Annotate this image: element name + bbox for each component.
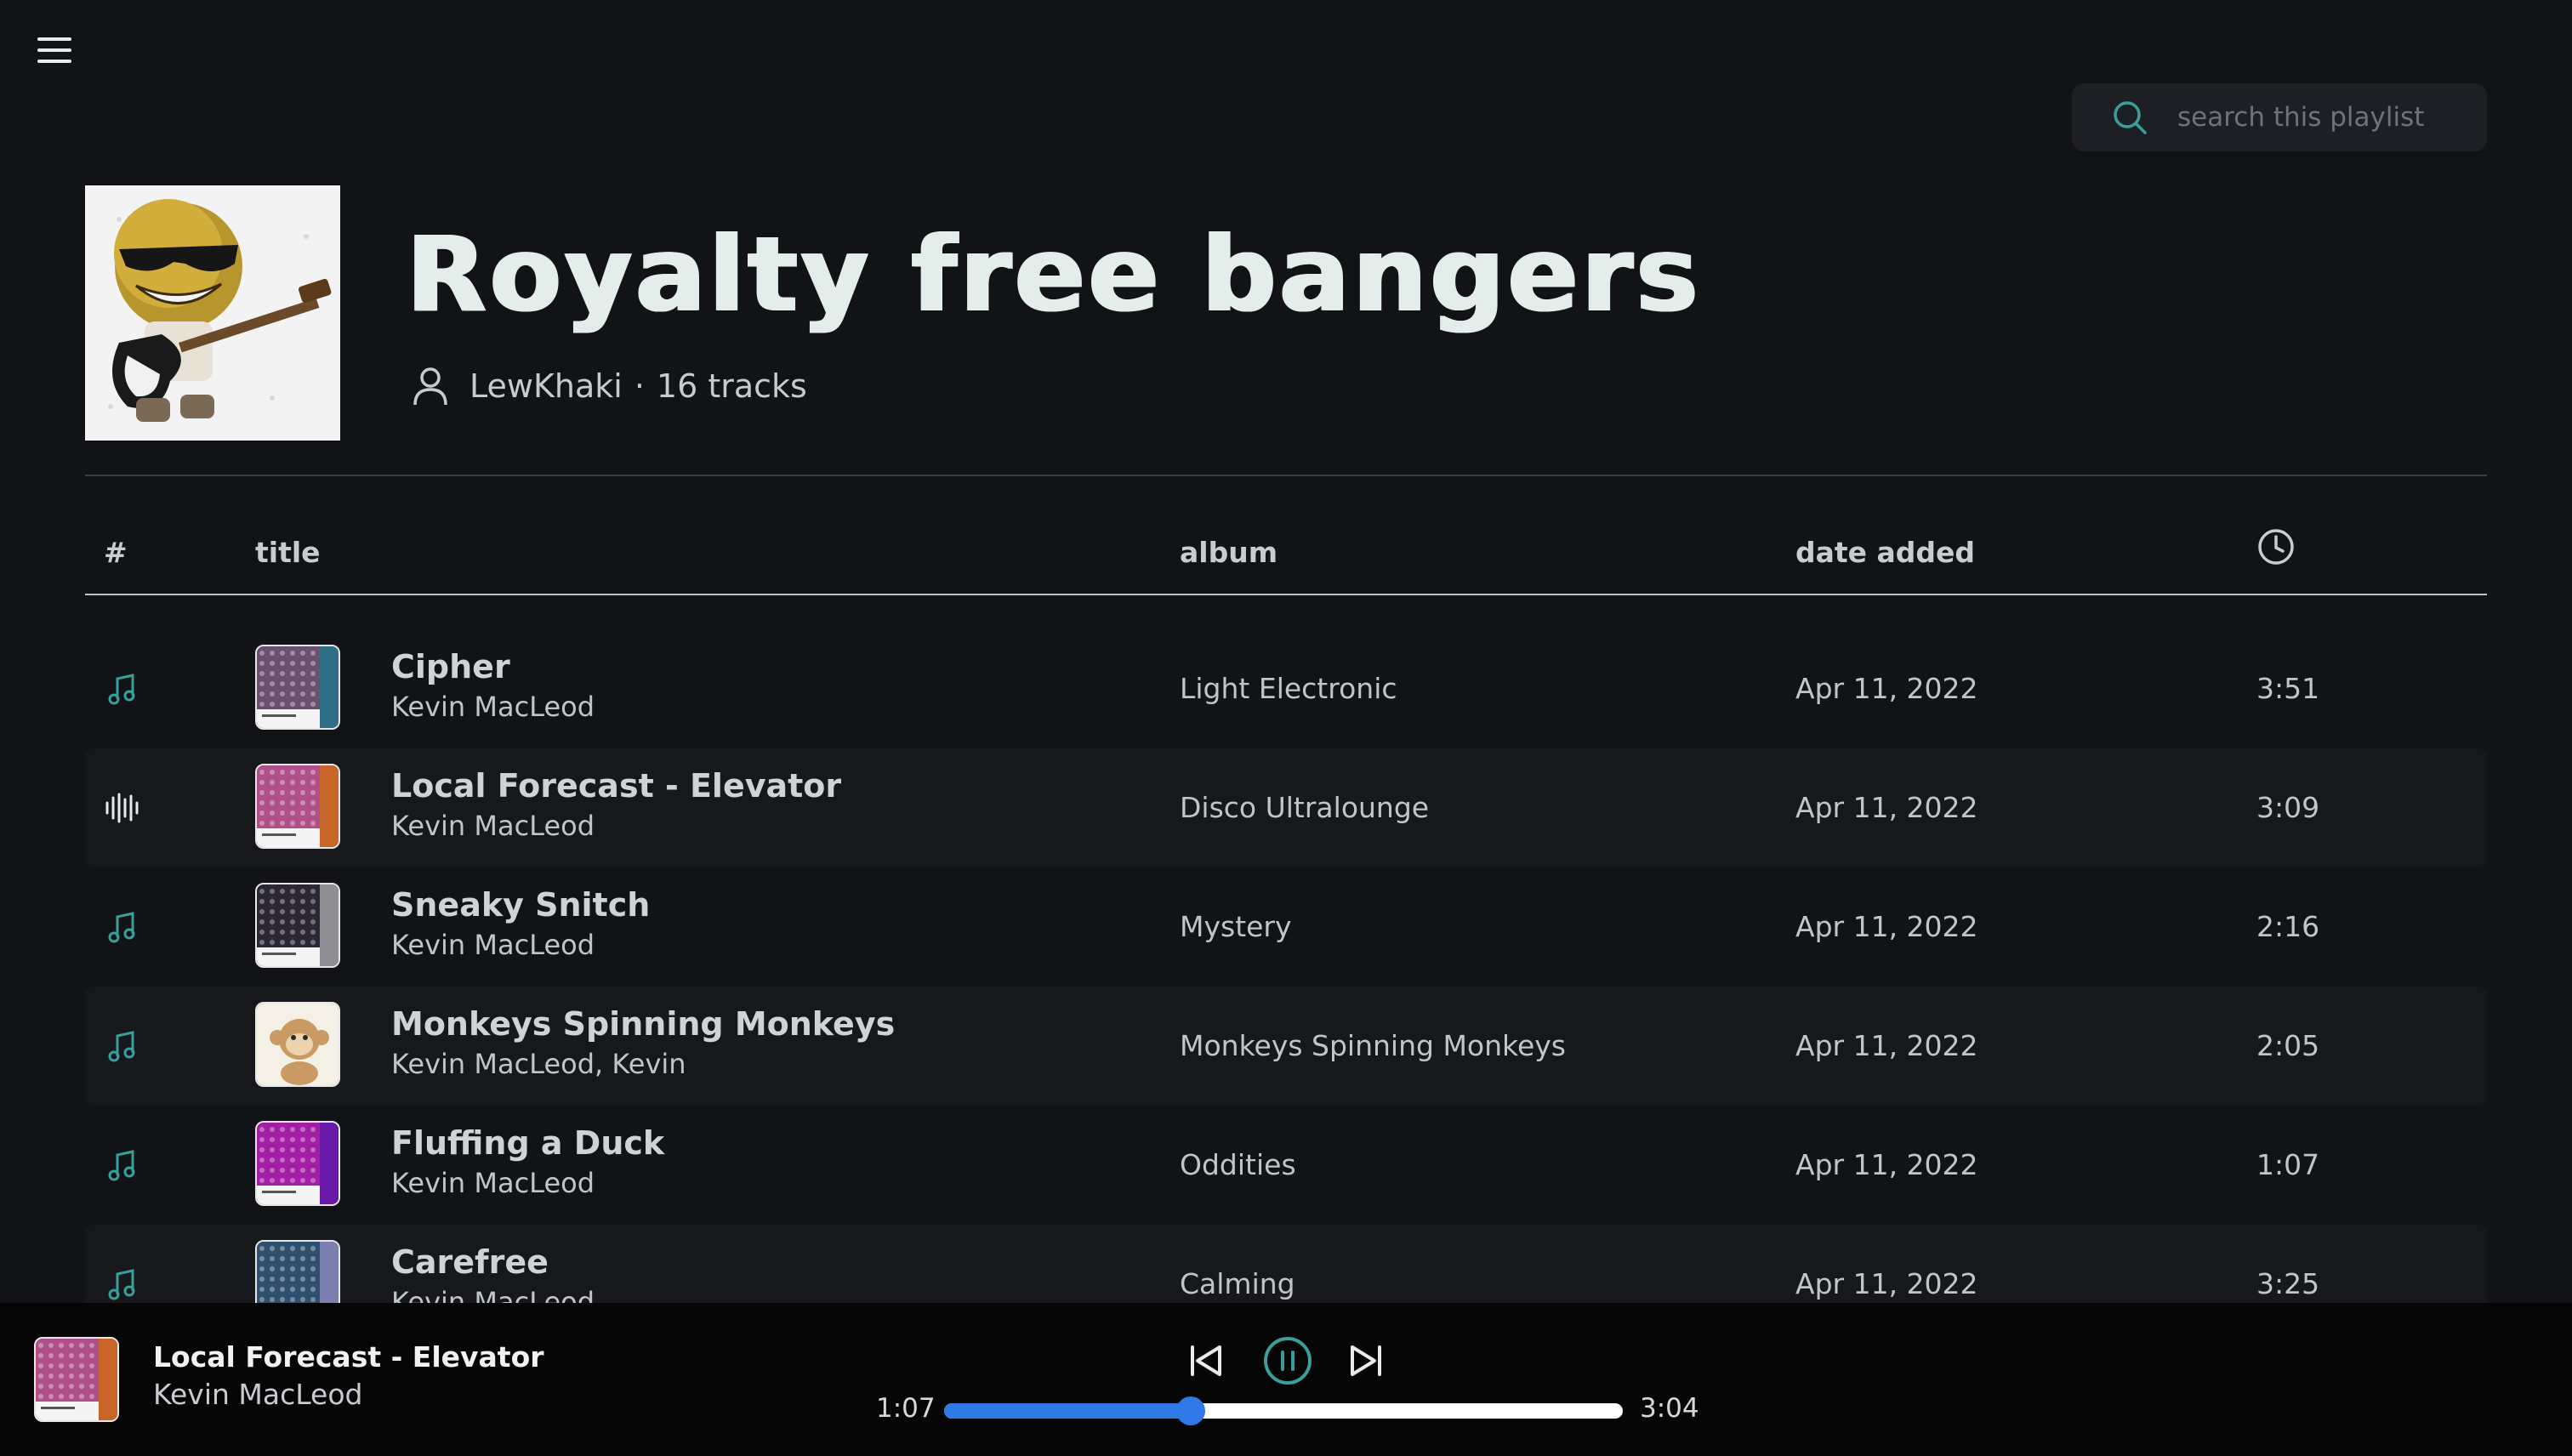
track-duration: 3:25 (2256, 1267, 2320, 1300)
header-divider (85, 475, 2487, 476)
column-header-index: # (104, 536, 128, 569)
track-duration: 3:51 (2256, 672, 2320, 705)
now-playing-artist[interactable]: Kevin MacLeod (153, 1378, 363, 1411)
track-list: Cipher Kevin MacLeod Light Electronic Apr 1… (85, 629, 2487, 1303)
clock-icon[interactable] (2256, 527, 2296, 566)
track-row[interactable]: Carefree Kevin MacLeod Calming Apr 11, 2022… (85, 1225, 2487, 1303)
track-album[interactable]: Monkeys Spinning Monkeys (1180, 1029, 1566, 1062)
playlist-cover-image (85, 185, 340, 441)
track-title[interactable]: Sneaky Snitch (391, 886, 650, 924)
track-artist[interactable]: Kevin MacLeod (391, 810, 595, 842)
table-header-divider (85, 594, 2487, 595)
track-album[interactable]: Oddities (1180, 1148, 1296, 1181)
music-note-icon[interactable] (102, 1264, 143, 1303)
track-artist[interactable]: Kevin MacLeod (391, 929, 595, 961)
playlist-title: Royalty free bangers (407, 214, 1702, 335)
track-album-art (255, 645, 340, 730)
app: Royalty free bangers LewKhaki · 16 track… (0, 0, 2572, 1456)
progress-fill (944, 1403, 1192, 1419)
column-header-date-added[interactable]: date added (1795, 536, 1975, 569)
music-note-icon[interactable] (102, 1145, 143, 1186)
track-row[interactable]: Local Forecast - Elevator Kevin MacLeod Di… (85, 748, 2487, 867)
playlist-owner[interactable]: LewKhaki (469, 367, 623, 405)
playlist-meta: LewKhaki · 16 tracks (410, 364, 807, 408)
track-duration: 1:07 (2256, 1148, 2320, 1181)
hamburger-menu-icon[interactable] (37, 37, 71, 68)
track-date-added: Apr 11, 2022 (1795, 791, 1978, 824)
search-bar[interactable] (2072, 83, 2487, 151)
search-icon (2114, 101, 2147, 134)
progress-thumb[interactable] (1176, 1396, 1206, 1425)
track-album[interactable]: Light Electronic (1180, 672, 1397, 705)
track-date-added: Apr 11, 2022 (1795, 1148, 1978, 1181)
track-duration: 2:05 (2256, 1029, 2320, 1062)
previous-track-icon[interactable] (1182, 1337, 1230, 1385)
track-album-art (255, 1240, 340, 1303)
track-title[interactable]: Carefree (391, 1243, 549, 1281)
track-duration: 3:09 (2256, 791, 2320, 824)
track-row[interactable]: Sneaky Snitch Kevin MacLeod Mystery Apr 11,… (85, 867, 2487, 987)
track-title[interactable]: Cipher (391, 648, 510, 685)
track-album-art (255, 883, 340, 968)
track-row[interactable]: Cipher Kevin MacLeod Light Electronic Apr 1… (85, 629, 2487, 748)
track-artist[interactable]: Kevin MacLeod (391, 691, 595, 723)
search-input[interactable] (2177, 102, 2467, 133)
track-album[interactable]: Calming (1180, 1267, 1295, 1300)
track-artist[interactable]: Kevin MacLeod (391, 1286, 595, 1303)
track-duration: 2:16 (2256, 910, 2320, 943)
track-title[interactable]: Monkeys Spinning Monkeys (391, 1005, 895, 1043)
now-playing-bar: Local Forecast - Elevator Kevin MacLeod … (0, 1303, 2572, 1456)
track-artist[interactable]: Kevin MacLeod (391, 1167, 595, 1199)
elapsed-time: 1:07 (876, 1393, 936, 1424)
now-playing-album-art (34, 1337, 119, 1422)
track-date-added: Apr 11, 2022 (1795, 672, 1978, 705)
total-time: 3:04 (1640, 1393, 1699, 1424)
column-header-album[interactable]: album (1180, 536, 1277, 569)
track-title[interactable]: Fluffing a Duck (391, 1124, 664, 1162)
column-header-title[interactable]: title (255, 536, 321, 569)
track-row[interactable]: Monkeys Spinning Monkeys Kevin MacLeod, K… (85, 987, 2487, 1106)
user-icon (413, 367, 447, 406)
next-track-icon[interactable] (1342, 1337, 1390, 1385)
track-date-added: Apr 11, 2022 (1795, 1029, 1978, 1062)
waveform-icon[interactable] (102, 788, 143, 828)
track-title[interactable]: Local Forecast - Elevator (391, 767, 841, 805)
progress-slider[interactable] (944, 1396, 1623, 1425)
pause-icon[interactable] (1262, 1335, 1313, 1386)
music-note-icon[interactable] (102, 907, 143, 947)
table-header: # title album date added (85, 527, 2487, 595)
track-row[interactable]: Fluffing a Duck Kevin MacLeod Oddities Apr … (85, 1106, 2487, 1225)
track-album[interactable]: Mystery (1180, 910, 1292, 943)
track-album-art (255, 1002, 340, 1087)
track-album-art (255, 1121, 340, 1206)
meta-separator: · (634, 367, 645, 405)
music-note-icon[interactable] (102, 668, 143, 709)
track-date-added: Apr 11, 2022 (1795, 910, 1978, 943)
track-date-added: Apr 11, 2022 (1795, 1267, 1978, 1300)
now-playing-title[interactable]: Local Forecast - Elevator (153, 1340, 544, 1374)
track-artist[interactable]: Kevin MacLeod, Kevin (391, 1048, 686, 1080)
music-note-icon[interactable] (102, 1026, 143, 1066)
track-album-art (255, 764, 340, 849)
playlist-track-count: 16 tracks (656, 367, 807, 405)
track-album[interactable]: Disco Ultralounge (1180, 791, 1429, 824)
